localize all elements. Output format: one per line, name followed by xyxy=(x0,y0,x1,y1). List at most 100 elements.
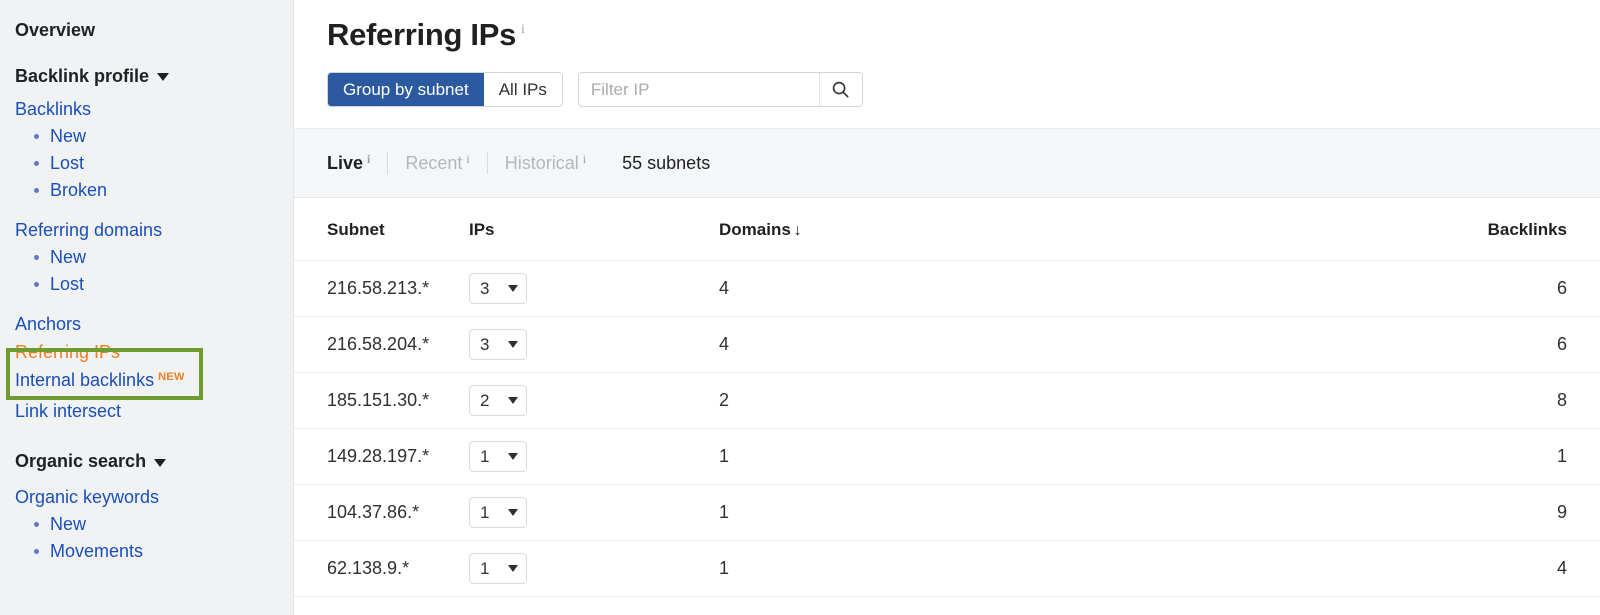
ips-dropdown[interactable]: 1 xyxy=(469,553,527,585)
sidebar-group-organic-search[interactable]: Organic search xyxy=(0,451,293,473)
chevron-down-icon xyxy=(154,458,167,467)
info-icon[interactable]: i xyxy=(367,152,370,167)
sidebar: Overview Backlink profile Backlinks New … xyxy=(0,0,294,615)
table-row[interactable]: 149.28.197.* 1 1 1 xyxy=(294,428,1600,486)
page-title: Referring IPs xyxy=(327,17,517,52)
info-icon[interactable]: i xyxy=(583,152,586,167)
cell-backlinks: 6 xyxy=(1340,260,1600,318)
info-icon[interactable]: i xyxy=(521,21,525,36)
table-row[interactable]: 216.58.204.* 3 4 6 xyxy=(294,316,1600,374)
cell-domains: 1 xyxy=(719,484,1340,542)
data-mode-strip: Live i Recent i Historical i 55 subnets xyxy=(294,128,1600,199)
column-label: Domains xyxy=(719,220,791,240)
ips-dropdown[interactable]: 2 xyxy=(469,385,527,417)
tab-label: Recent xyxy=(405,152,463,173)
column-header-domains[interactable]: Domains ↓ xyxy=(719,198,1340,262)
info-icon[interactable]: i xyxy=(466,152,469,167)
sidebar-item-label: Organic keywords xyxy=(15,486,160,507)
chevron-down-icon xyxy=(508,341,518,349)
bullet-icon xyxy=(34,282,39,288)
table-row[interactable]: 104.37.86.* 1 1 9 xyxy=(294,484,1600,542)
bullet-icon xyxy=(34,548,39,554)
tab-recent[interactable]: Recent i xyxy=(405,152,469,174)
table-header-row: Subnet IPs Domains ↓ Backlinks xyxy=(294,198,1600,262)
bullet-icon xyxy=(34,521,39,527)
ips-dropdown[interactable]: 3 xyxy=(469,273,527,305)
sidebar-item-link-intersect[interactable]: Link intersect xyxy=(0,397,293,425)
sidebar-item-label: Broken xyxy=(50,180,108,201)
chevron-down-icon xyxy=(508,397,518,405)
filter-ip-group xyxy=(577,72,863,108)
sidebar-item-backlinks-new[interactable]: New xyxy=(0,123,293,150)
table-row[interactable]: 62.138.9.* 1 1 4 xyxy=(294,540,1600,598)
sidebar-item-backlinks[interactable]: Backlinks xyxy=(0,95,293,123)
group-by-subnet-button[interactable]: Group by subnet xyxy=(328,73,484,107)
main-content: Referring IPs i Group by subnet All IPs L… xyxy=(294,0,1600,615)
sidebar-item-backlinks-lost[interactable]: Lost xyxy=(0,150,293,177)
column-label: Subnet xyxy=(327,220,385,240)
referring-ips-table: Subnet IPs Domains ↓ Backlinks 216.58.213… xyxy=(294,198,1600,598)
table-header: Subnet IPs Domains ↓ Backlinks xyxy=(294,198,1600,262)
toolbar: Group by subnet All IPs xyxy=(294,72,1600,108)
sidebar-item-anchors[interactable]: Anchors xyxy=(0,310,293,338)
tab-historical[interactable]: Historical i xyxy=(505,152,586,174)
table-row[interactable]: 216.58.213.* 3 4 6 xyxy=(294,260,1600,318)
search-button[interactable] xyxy=(818,73,862,107)
ips-value: 3 xyxy=(480,334,490,354)
cell-domains: 1 xyxy=(719,428,1340,486)
cell-domains: 2 xyxy=(719,372,1340,430)
sidebar-item-referring-ips[interactable]: Referring IPs xyxy=(0,338,293,366)
cell-subnet: 149.28.197.* xyxy=(294,428,469,486)
sidebar-item-internal-backlinks[interactable]: Internal backlinks NEW xyxy=(0,366,293,397)
column-label: Backlinks xyxy=(1487,220,1567,240)
sidebar-group-backlink-profile[interactable]: Backlink profile xyxy=(0,66,293,88)
column-header-subnet[interactable]: Subnet xyxy=(294,198,469,262)
sidebar-item-label: Lost xyxy=(50,274,85,295)
sidebar-item-backlinks-broken[interactable]: Broken xyxy=(0,177,293,204)
ips-dropdown[interactable]: 1 xyxy=(469,441,527,473)
bullet-icon xyxy=(34,161,39,167)
cell-domains: 4 xyxy=(719,316,1340,374)
ips-dropdown[interactable]: 3 xyxy=(469,329,527,361)
ips-value: 1 xyxy=(480,446,490,466)
sort-descending-icon: ↓ xyxy=(793,222,802,240)
sidebar-item-label: Backlinks xyxy=(15,99,92,120)
cell-ips: 3 xyxy=(469,316,719,374)
chevron-down-icon xyxy=(157,73,170,82)
all-ips-button[interactable]: All IPs xyxy=(483,73,562,107)
column-header-backlinks[interactable]: Backlinks xyxy=(1340,198,1600,262)
sidebar-item-organic-keywords[interactable]: Organic keywords xyxy=(0,483,293,511)
cell-subnet: 104.37.86.* xyxy=(294,484,469,542)
new-badge: NEW xyxy=(158,371,185,384)
cell-subnet: 62.138.9.* xyxy=(294,540,469,598)
ips-value: 1 xyxy=(480,558,490,578)
sidebar-group-label-organic-search: Organic search xyxy=(15,451,147,472)
column-header-ips[interactable]: IPs xyxy=(469,198,719,262)
chevron-down-icon xyxy=(508,565,518,573)
sidebar-item-referring-domains[interactable]: Referring domains xyxy=(0,216,293,244)
sidebar-item-label: New xyxy=(50,513,87,534)
ips-value: 2 xyxy=(480,390,490,410)
table-row[interactable]: 185.151.30.* 2 2 8 xyxy=(294,372,1600,430)
sidebar-item-label: Referring domains xyxy=(15,220,163,241)
ips-dropdown[interactable]: 1 xyxy=(469,497,527,529)
sidebar-item-overview[interactable]: Overview xyxy=(0,20,293,42)
filter-ip-input[interactable] xyxy=(578,73,819,107)
cell-domains: 4 xyxy=(719,260,1340,318)
ips-value: 3 xyxy=(480,278,490,298)
app-root: Overview Backlink profile Backlinks New … xyxy=(0,0,1600,615)
divider xyxy=(486,152,488,175)
tab-live[interactable]: Live i xyxy=(327,152,370,174)
sidebar-item-label: Anchors xyxy=(15,314,82,335)
sidebar-item-organic-keywords-new[interactable]: New xyxy=(0,511,293,538)
view-mode-segmented-control: Group by subnet All IPs xyxy=(327,72,563,108)
sidebar-item-referring-domains-new[interactable]: New xyxy=(0,244,293,271)
sidebar-item-organic-keywords-movements[interactable]: Movements xyxy=(0,538,293,565)
chevron-down-icon xyxy=(508,285,518,293)
cell-subnet: 185.151.30.* xyxy=(294,372,469,430)
divider xyxy=(387,152,389,175)
sidebar-group-label-backlink-profile: Backlink profile xyxy=(15,65,150,86)
sidebar-item-referring-domains-lost[interactable]: Lost xyxy=(0,271,293,298)
